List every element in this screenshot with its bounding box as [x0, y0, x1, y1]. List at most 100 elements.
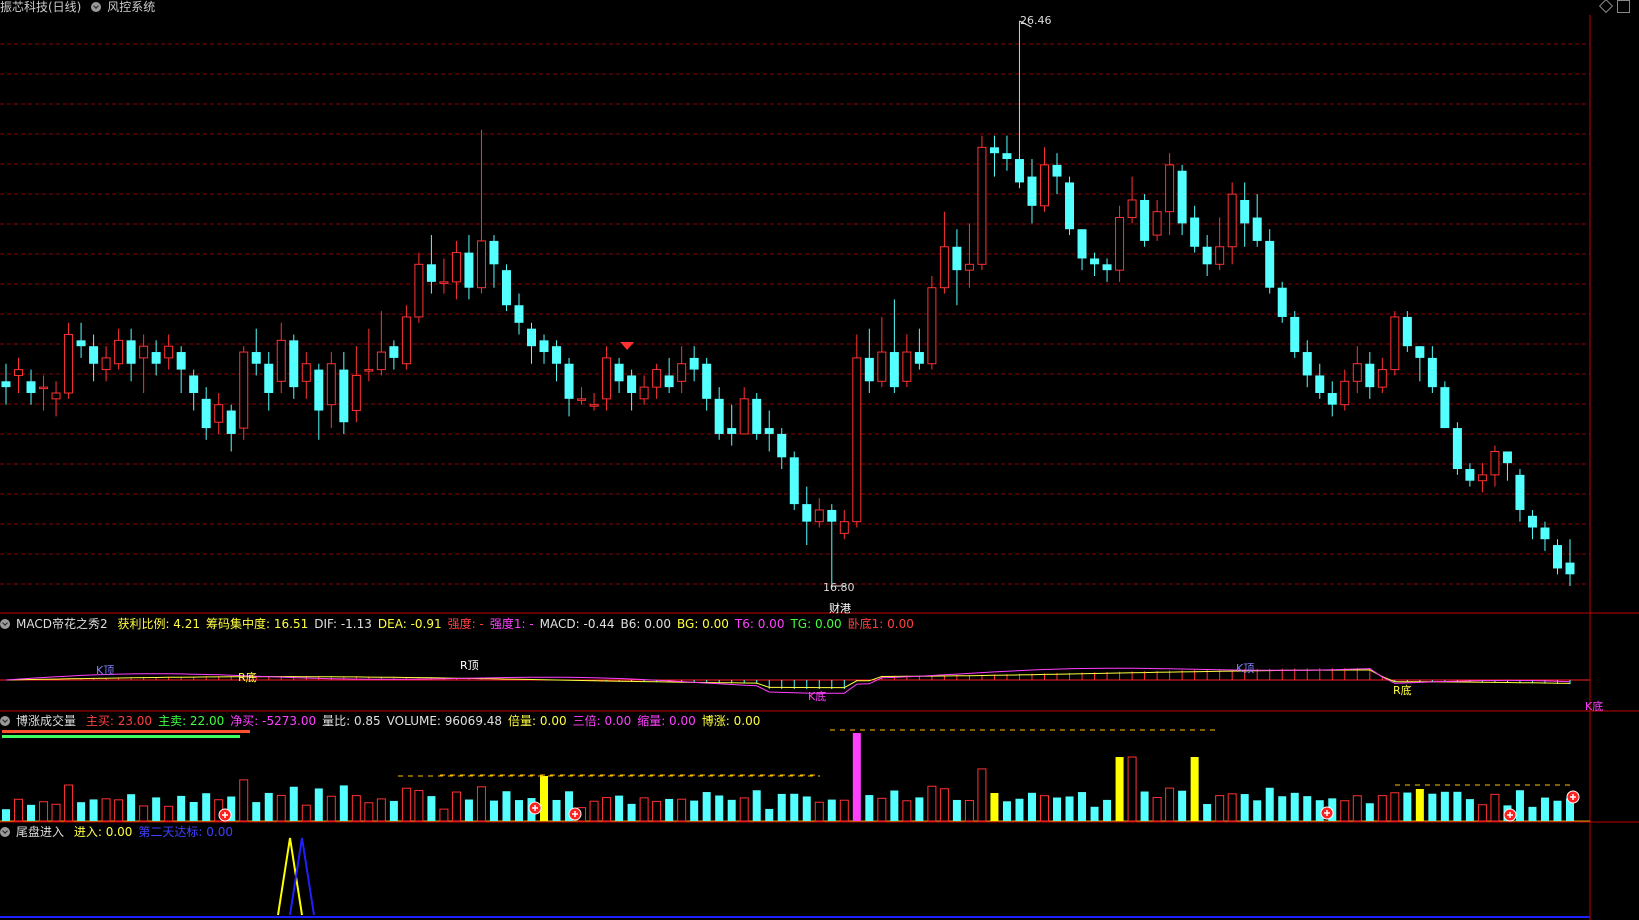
candle-body [1039, 164, 1049, 207]
volume-bar [1540, 797, 1549, 821]
candle-body [14, 369, 24, 376]
volume-bar [1090, 806, 1099, 821]
volume-bar [77, 802, 86, 821]
candle-body [1190, 217, 1200, 247]
candle-body [1, 381, 11, 388]
candle-body [814, 509, 824, 523]
candle-body [927, 287, 937, 365]
volume-bar [301, 804, 311, 822]
macd-value-1: 筹码集中度: 16.51 [206, 617, 309, 631]
candle-body [827, 509, 837, 522]
tail-title[interactable]: 尾盘进入 [16, 825, 64, 839]
macd-value-6: MACD: -0.44 [539, 617, 615, 631]
candle-body [301, 363, 311, 382]
candle-body [201, 398, 211, 429]
volume-bar [939, 788, 949, 822]
candle-body [1440, 387, 1450, 429]
volume-bar [1415, 789, 1424, 821]
volume-bar [401, 787, 411, 822]
volume-bar [276, 794, 286, 822]
volume-value-7: 缩量: 0.00 [637, 714, 696, 728]
price-chart[interactable] [0, 0, 1639, 920]
volume-bar [639, 797, 649, 822]
candle-body [727, 428, 737, 434]
candle-body [539, 340, 549, 353]
candle-body [1115, 217, 1125, 271]
candle-body [189, 375, 199, 393]
volume-bar [1240, 794, 1249, 821]
low-price-label: 16.80 [823, 581, 855, 594]
macd-value-8: BG: 0.00 [677, 617, 729, 631]
volume-bar [451, 791, 461, 822]
volume-value-4: VOLUME: 96069.48 [386, 714, 503, 728]
panel-menu-icon[interactable] [0, 619, 10, 629]
candle-body [802, 504, 812, 522]
volume-bar [865, 795, 874, 821]
candle-body [564, 363, 574, 399]
macd-title[interactable]: MACD帝花之秀2 [16, 617, 108, 631]
volume-bar [927, 785, 937, 822]
candle-body [151, 352, 161, 364]
volume-bar [827, 799, 836, 821]
volume-bar [1103, 799, 1112, 821]
candle-body [426, 264, 436, 282]
candle-body [614, 363, 624, 382]
volume-bar [202, 793, 211, 821]
candle-body [1077, 229, 1087, 259]
volume-bar [814, 801, 824, 822]
volume-bar [1265, 787, 1274, 821]
candle-body [76, 340, 86, 347]
high-price-label: 26.46 [1020, 14, 1052, 27]
volume-bar [1528, 806, 1537, 821]
volume-bar [1453, 791, 1462, 821]
macd-marker-4: K顶 [1236, 662, 1255, 675]
candle-body [627, 375, 637, 393]
candle-body [1140, 199, 1150, 241]
macd-value-3: DEA: -0.91 [377, 617, 442, 631]
candle-body [552, 346, 562, 364]
candle-body [1502, 451, 1512, 464]
volume-bar [1215, 795, 1225, 822]
panel-menu-icon[interactable] [0, 827, 10, 837]
volume-panel-header: 博涨成交量 主买: 23.00 主卖: 22.00 净买: -5273.00 量比: … [0, 714, 772, 728]
volume-bar [1490, 793, 1500, 822]
panel-menu-icon[interactable] [0, 716, 10, 726]
candle-body [501, 270, 511, 306]
candle-body [276, 339, 286, 382]
volume-bar [1465, 799, 1474, 821]
macd-marker-6: K底 [1585, 700, 1604, 713]
tail-panel-header: 尾盘进入 进入: 0.00 第二天达标: 0.00 [0, 825, 245, 839]
tail-value-1: 第二天达标: 0.00 [138, 825, 233, 839]
volume-bar [752, 790, 761, 821]
volume-bar [1165, 787, 1175, 822]
candle-body [1415, 346, 1425, 358]
volume-bar [952, 799, 961, 821]
candle-body [1177, 170, 1187, 224]
candle-body [889, 352, 899, 388]
volume-bar [364, 802, 374, 822]
volume-bar [502, 791, 511, 821]
macd-value-10: TG: 0.00 [790, 617, 842, 631]
volume-bar [339, 785, 348, 821]
candle-body [1052, 164, 1062, 177]
volume-bar [152, 797, 161, 821]
macd-value-7: B6: 0.00 [620, 617, 671, 631]
volume-bar [1290, 792, 1299, 821]
candle-body [777, 433, 787, 458]
volume-title[interactable]: 博涨成交量 [16, 714, 76, 728]
candle-body [1215, 246, 1225, 265]
candle-body [139, 345, 149, 359]
volume-bar [1053, 797, 1062, 821]
candle-body [914, 352, 924, 364]
candle-body [939, 246, 949, 289]
volume-bar [1515, 790, 1524, 821]
candle-body [1152, 211, 1162, 236]
volume-bar [414, 789, 424, 822]
macd-value-5: 强度1: - [489, 617, 534, 631]
candle-body [1002, 153, 1012, 160]
candle-body [1377, 369, 1387, 388]
candle-body [1552, 545, 1562, 569]
volume-bar [427, 796, 436, 821]
volume-bar [1190, 757, 1199, 821]
volume-bar [1002, 801, 1011, 821]
